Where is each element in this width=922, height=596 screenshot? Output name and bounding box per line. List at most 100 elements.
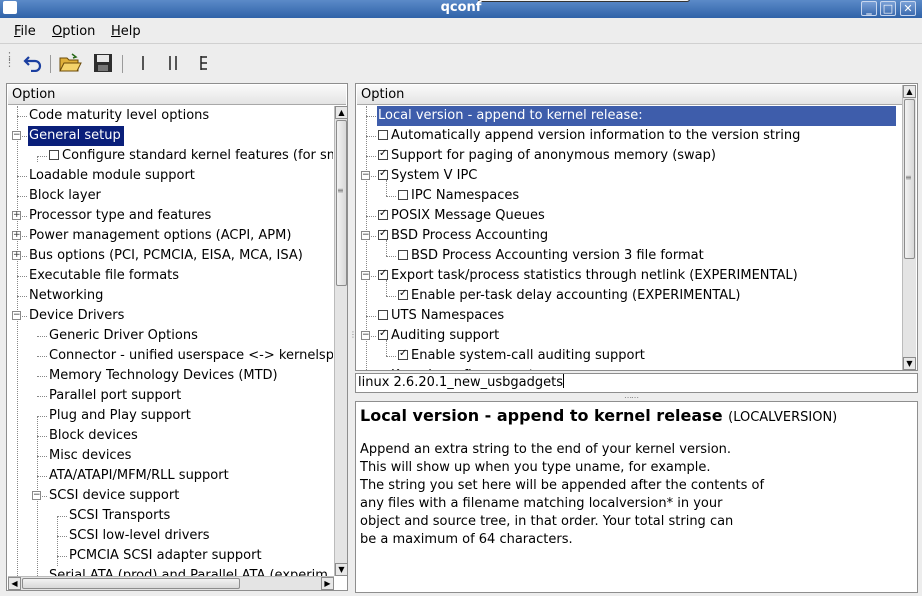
- open-folder-icon[interactable]: [57, 50, 83, 76]
- option-item[interactable]: Kernel .config support: [377, 366, 537, 370]
- checkbox-icon[interactable]: [398, 347, 408, 361]
- tree-item[interactable]: Loadable module support: [28, 166, 198, 186]
- toolbar-grip[interactable]: ⋮ ⋮: [4, 51, 15, 68]
- save-disk-icon[interactable]: [90, 50, 116, 76]
- tree-item[interactable]: Bus options (PCI, PCMCIA, EISA, MCA, ISA…: [28, 246, 306, 266]
- scroll-down-icon[interactable]: ▼: [903, 357, 916, 370]
- tree-item[interactable]: Plug and Play support: [48, 406, 194, 426]
- menu-file[interactable]: File: [14, 24, 36, 39]
- scroll-left-icon[interactable]: ◀: [8, 577, 21, 590]
- collapse-icon[interactable]: −: [361, 331, 370, 340]
- checkbox-icon[interactable]: [378, 147, 388, 161]
- scroll-down-icon[interactable]: ▼: [335, 563, 347, 576]
- tree-item[interactable]: SCSI Transports: [68, 506, 173, 526]
- split-view-icon[interactable]: [160, 50, 186, 76]
- tree-item[interactable]: Code maturity level options: [28, 106, 212, 126]
- checkbox-icon[interactable]: [378, 310, 388, 320]
- option-item[interactable]: Automatically append version information…: [377, 126, 803, 146]
- option-item[interactable]: BSD Process Accounting version 3 file fo…: [397, 246, 707, 266]
- expand-icon[interactable]: +: [12, 251, 21, 260]
- left-scroll-thumb[interactable]: [336, 120, 347, 286]
- left-column-header[interactable]: Option: [8, 85, 346, 105]
- tree-item[interactable]: Power management options (ACPI, APM): [28, 226, 294, 246]
- checkbox-icon[interactable]: [49, 150, 59, 160]
- checkbox-icon[interactable]: [378, 267, 388, 281]
- minimize-icon[interactable]: _: [861, 1, 877, 16]
- tree-line: [57, 536, 67, 537]
- tree-item[interactable]: Block devices: [48, 426, 141, 446]
- scroll-right-icon[interactable]: ▶: [321, 577, 334, 590]
- toolbar-separator: [122, 55, 123, 73]
- collapse-icon[interactable]: −: [32, 491, 41, 500]
- tree-item[interactable]: Connector - unified userspace <-> kernel…: [48, 346, 333, 366]
- expand-icon[interactable]: +: [12, 211, 21, 220]
- scroll-up-icon[interactable]: ▲: [335, 106, 347, 119]
- right-column-header[interactable]: Option: [357, 85, 916, 105]
- tree-item[interactable]: Parallel port support: [48, 386, 184, 406]
- tree-line: [37, 476, 47, 477]
- option-item[interactable]: UTS Namespaces: [377, 306, 507, 326]
- grip-icon: ≡: [905, 173, 912, 182]
- scroll-up-icon[interactable]: ▲: [903, 85, 916, 98]
- tree-item[interactable]: Misc devices: [48, 446, 134, 466]
- collapse-icon[interactable]: −: [12, 131, 21, 140]
- checkbox-icon[interactable]: [398, 287, 408, 301]
- option-item[interactable]: Local version - append to kernel release…: [377, 106, 896, 126]
- tree-line: [17, 196, 27, 197]
- tree-item[interactable]: Generic Driver Options: [48, 326, 201, 346]
- back-arrow-icon[interactable]: [20, 50, 46, 76]
- checkbox-icon[interactable]: [398, 250, 408, 260]
- tree-item[interactable]: Device Drivers: [28, 306, 127, 326]
- checkbox-icon[interactable]: [378, 207, 388, 221]
- option-item[interactable]: Enable system-call auditing support: [397, 346, 648, 366]
- option-item[interactable]: BSD Process Accounting: [377, 226, 551, 246]
- checkbox-icon[interactable]: [378, 227, 388, 241]
- tree-item[interactable]: SCSI low-level drivers: [68, 526, 213, 546]
- tree-item[interactable]: Serial ATA (prod) and Parallel ATA (expe…: [48, 566, 331, 576]
- tree-item[interactable]: Executable file formats: [28, 266, 182, 286]
- tree-item[interactable]: Memory Technology Devices (MTD): [48, 366, 281, 386]
- option-item-label: Export task/process statistics through n…: [391, 268, 798, 283]
- menu-help[interactable]: Help: [111, 24, 141, 39]
- title-bar[interactable]: qconf _ □ ✕: [0, 0, 922, 18]
- checkbox-icon[interactable]: [398, 190, 408, 200]
- option-item[interactable]: System V IPC: [377, 166, 480, 186]
- left-hscroll-thumb[interactable]: [22, 578, 240, 589]
- help-symbol: (LOCALVERSION): [728, 410, 838, 425]
- right-vertical-scrollbar[interactable]: ▲ ≡ ▼: [902, 85, 916, 370]
- option-item[interactable]: IPC Namespaces: [397, 186, 522, 206]
- collapse-icon[interactable]: −: [361, 271, 370, 280]
- left-horizontal-scrollbar[interactable]: ◀ ▶: [8, 576, 334, 590]
- option-item[interactable]: Enable per-task delay accounting (EXPERI…: [397, 286, 743, 306]
- value-edit-input[interactable]: linux 2.6.20.1_new_usbgadgets: [355, 373, 918, 393]
- checkbox-icon[interactable]: [378, 130, 388, 140]
- tree-item[interactable]: Block layer: [28, 186, 104, 206]
- toolbar-separator: [50, 55, 51, 73]
- value-edit-text: linux 2.6.20.1_new_usbgadgets: [358, 375, 564, 390]
- checkbox-icon[interactable]: [378, 167, 388, 181]
- option-list-panel[interactable]: Option Local version - append to kernel …: [355, 83, 918, 371]
- collapse-icon[interactable]: −: [361, 171, 370, 180]
- tree-item[interactable]: General setup: [28, 126, 124, 146]
- checkbox-icon[interactable]: [378, 327, 388, 341]
- tree-item[interactable]: ATA/ATAPI/MFM/RLL support: [48, 466, 232, 486]
- maximize-icon[interactable]: □: [880, 1, 896, 16]
- tree-item[interactable]: Configure standard kernel features (for …: [48, 146, 333, 166]
- tree-item[interactable]: Networking: [28, 286, 106, 306]
- left-vertical-scrollbar[interactable]: ▲ ≡ ▼: [334, 106, 347, 576]
- option-item[interactable]: POSIX Message Queues: [377, 206, 548, 226]
- menu-option[interactable]: Option: [52, 24, 95, 39]
- tree-item[interactable]: Processor type and features: [28, 206, 214, 226]
- close-icon[interactable]: ✕: [900, 1, 916, 16]
- collapse-icon[interactable]: −: [361, 231, 370, 240]
- single-view-icon[interactable]: [130, 50, 156, 76]
- option-item[interactable]: Support for paging of anonymous memory (…: [377, 146, 719, 166]
- collapse-icon[interactable]: −: [12, 311, 21, 320]
- option-item[interactable]: Export task/process statistics through n…: [377, 266, 801, 286]
- full-view-icon[interactable]: [191, 50, 217, 76]
- option-item[interactable]: Auditing support: [377, 326, 502, 346]
- expand-icon[interactable]: +: [12, 231, 21, 240]
- tree-item[interactable]: PCMCIA SCSI adapter support: [68, 546, 265, 566]
- option-tree-panel[interactable]: Option Code maturity level options − Gener…: [6, 83, 348, 591]
- tree-item[interactable]: SCSI device support: [48, 486, 182, 506]
